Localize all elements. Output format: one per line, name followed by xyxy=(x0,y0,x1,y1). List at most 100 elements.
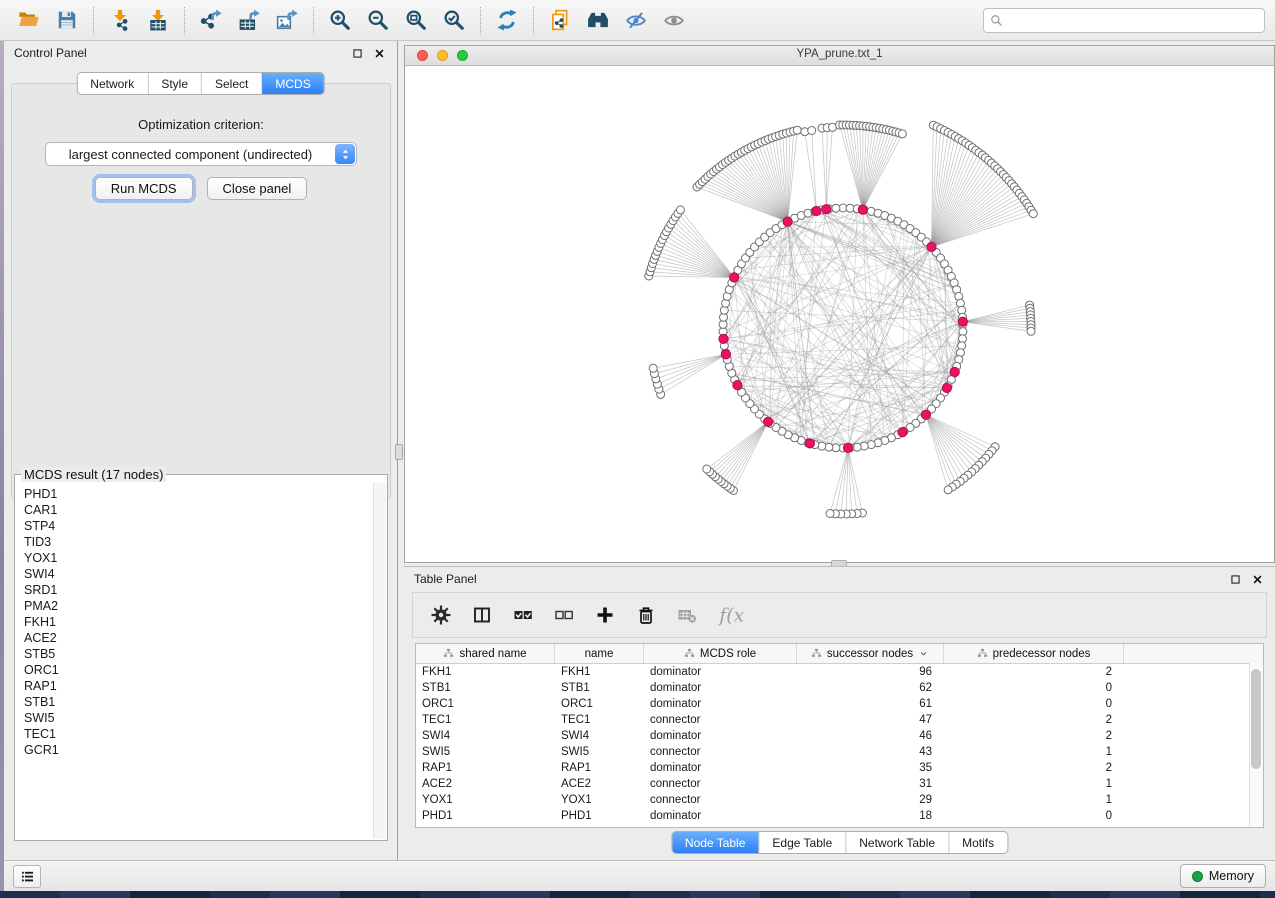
close-panel-button[interactable]: Close panel xyxy=(207,177,308,200)
vertical-splitter-grip[interactable] xyxy=(395,444,403,460)
mcds-result-list: PHD1CAR1STP4TID3YOX1SWI4SRD1PMA2FKH1ACE2… xyxy=(16,484,373,839)
select-all-button[interactable] xyxy=(513,605,533,625)
select-all-icon xyxy=(513,605,533,625)
table-row[interactable]: YOX1YOX1connector291 xyxy=(416,792,1263,808)
apply-layout-icon xyxy=(496,9,518,31)
tab-style[interactable]: Style xyxy=(147,73,201,94)
toolbar-icon-groups xyxy=(10,5,693,36)
gear-button[interactable] xyxy=(431,605,451,625)
deselect-all-button[interactable] xyxy=(554,605,574,625)
mcds-result-item[interactable]: SRD1 xyxy=(24,582,373,598)
apply-layout-button[interactable] xyxy=(488,5,526,36)
mcds-result-item[interactable]: SWI5 xyxy=(24,710,373,726)
zoom-out-button[interactable] xyxy=(359,5,397,36)
columns-button[interactable] xyxy=(472,605,492,625)
control-panel-title: Control Panel xyxy=(14,46,87,60)
optimization-criterion-value: largest connected component (undirected) xyxy=(46,147,335,162)
export-image-button[interactable] xyxy=(268,5,306,36)
table-row[interactable]: TEC1TEC1connector472 xyxy=(416,712,1263,728)
save-session-button[interactable] xyxy=(48,5,86,36)
tab-network-table[interactable]: Network Table xyxy=(845,832,948,853)
column-header-MCDS-role[interactable]: MCDS role xyxy=(644,644,797,663)
mcds-result-item[interactable]: RAP1 xyxy=(24,678,373,694)
mcds-result-item[interactable]: TEC1 xyxy=(24,726,373,742)
task-history-button[interactable] xyxy=(13,865,41,888)
table-row[interactable]: SWI5SWI5connector431 xyxy=(416,744,1263,760)
tab-motifs[interactable]: Motifs xyxy=(948,832,1007,853)
clone-network-button[interactable] xyxy=(541,5,579,36)
mcds-result-item[interactable]: SWI4 xyxy=(24,566,373,582)
mcds-result-item[interactable]: TID3 xyxy=(24,534,373,550)
table-cell: connector xyxy=(644,746,797,758)
zoom-in-button[interactable] xyxy=(321,5,359,36)
column-label: predecessor nodes xyxy=(993,648,1091,660)
tab-edge-table[interactable]: Edge Table xyxy=(758,832,845,853)
control-panel: Control Panel NetworkStyleSelectMCDS Opt… xyxy=(4,41,398,860)
table-scrollbar[interactable] xyxy=(1249,663,1263,827)
table-row[interactable]: STB1STB1dominator620 xyxy=(416,680,1263,696)
zoom-fit-button[interactable] xyxy=(397,5,435,36)
mcds-result-scrollbar[interactable] xyxy=(373,483,386,839)
add-button[interactable] xyxy=(595,605,615,625)
table-cell: connector xyxy=(644,794,797,806)
find-button[interactable] xyxy=(579,5,617,36)
tab-node-table[interactable]: Node Table xyxy=(672,832,759,853)
mcds-result-group: MCDS result (17 nodes) PHD1CAR1STP4TID3Y… xyxy=(14,467,388,841)
mcds-tab-panel: Optimization criterion: largest connecte… xyxy=(11,83,391,499)
export-network-button[interactable] xyxy=(192,5,230,36)
mcds-result-item[interactable]: STP4 xyxy=(24,518,373,534)
table-body: FKH1FKH1dominator962STB1STB1dominator620… xyxy=(416,664,1263,824)
mcds-result-item[interactable]: CAR1 xyxy=(24,502,373,518)
control-panel-float-button[interactable] xyxy=(350,46,365,61)
tab-mcds[interactable]: MCDS xyxy=(261,73,323,94)
column-header-successor-nodes[interactable]: successor nodes xyxy=(797,644,944,663)
column-header-predecessor-nodes[interactable]: predecessor nodes xyxy=(944,644,1124,663)
open-file-button[interactable] xyxy=(10,5,48,36)
tab-select[interactable]: Select xyxy=(201,73,261,94)
table-cell: RAP1 xyxy=(416,762,555,774)
search-icon xyxy=(989,13,1004,28)
table-row[interactable]: FKH1FKH1dominator962 xyxy=(416,664,1263,680)
run-mcds-button[interactable]: Run MCDS xyxy=(95,177,193,200)
mcds-result-item[interactable]: ORC1 xyxy=(24,662,373,678)
show-all-button[interactable] xyxy=(655,5,693,36)
table-cell: STB1 xyxy=(416,682,555,694)
import-network-button[interactable] xyxy=(101,5,139,36)
zoom-selected-button[interactable] xyxy=(435,5,473,36)
column-label: successor nodes xyxy=(827,648,913,660)
mcds-result-item[interactable]: ACE2 xyxy=(24,630,373,646)
table-panel-close-button[interactable] xyxy=(1250,572,1265,587)
table-scrollbar-thumb[interactable] xyxy=(1251,669,1261,769)
function-icon: f(x) xyxy=(718,602,744,628)
mcds-result-item[interactable]: GCR1 xyxy=(24,742,373,758)
mcds-result-item[interactable]: YOX1 xyxy=(24,550,373,566)
mcds-result-item[interactable]: PHD1 xyxy=(24,486,373,502)
memory-button[interactable]: Memory xyxy=(1180,864,1266,888)
delete-button[interactable] xyxy=(636,605,656,625)
search-input[interactable] xyxy=(1008,12,1259,28)
table-cell: 1 xyxy=(944,778,1124,790)
network-canvas[interactable] xyxy=(405,65,1274,562)
table-cell: 1 xyxy=(944,746,1124,758)
column-header-name[interactable]: name xyxy=(555,644,644,663)
import-table-button[interactable] xyxy=(139,5,177,36)
control-panel-close-button[interactable] xyxy=(372,46,387,61)
table-cell: PHD1 xyxy=(416,810,555,822)
hide-selected-button[interactable] xyxy=(617,5,655,36)
column-header-shared-name[interactable]: shared name xyxy=(416,644,555,663)
table-panel-titlebar: Table Panel xyxy=(404,567,1275,591)
export-table-button[interactable] xyxy=(230,5,268,36)
table-row[interactable]: SWI4SWI4dominator462 xyxy=(416,728,1263,744)
mcds-result-item[interactable]: PMA2 xyxy=(24,598,373,614)
tab-network[interactable]: Network xyxy=(77,73,147,94)
svg-text:f(x): f(x) xyxy=(718,606,744,627)
table-panel-float-button[interactable] xyxy=(1228,572,1243,587)
table-row[interactable]: ORC1ORC1dominator610 xyxy=(416,696,1263,712)
table-row[interactable]: RAP1RAP1dominator352 xyxy=(416,760,1263,776)
optimization-criterion-select[interactable]: largest connected component (undirected) xyxy=(45,142,357,166)
table-row[interactable]: PHD1PHD1dominator180 xyxy=(416,808,1263,824)
mcds-result-item[interactable]: STB1 xyxy=(24,694,373,710)
mcds-result-item[interactable]: FKH1 xyxy=(24,614,373,630)
mcds-result-item[interactable]: STB5 xyxy=(24,646,373,662)
table-row[interactable]: ACE2ACE2connector311 xyxy=(416,776,1263,792)
